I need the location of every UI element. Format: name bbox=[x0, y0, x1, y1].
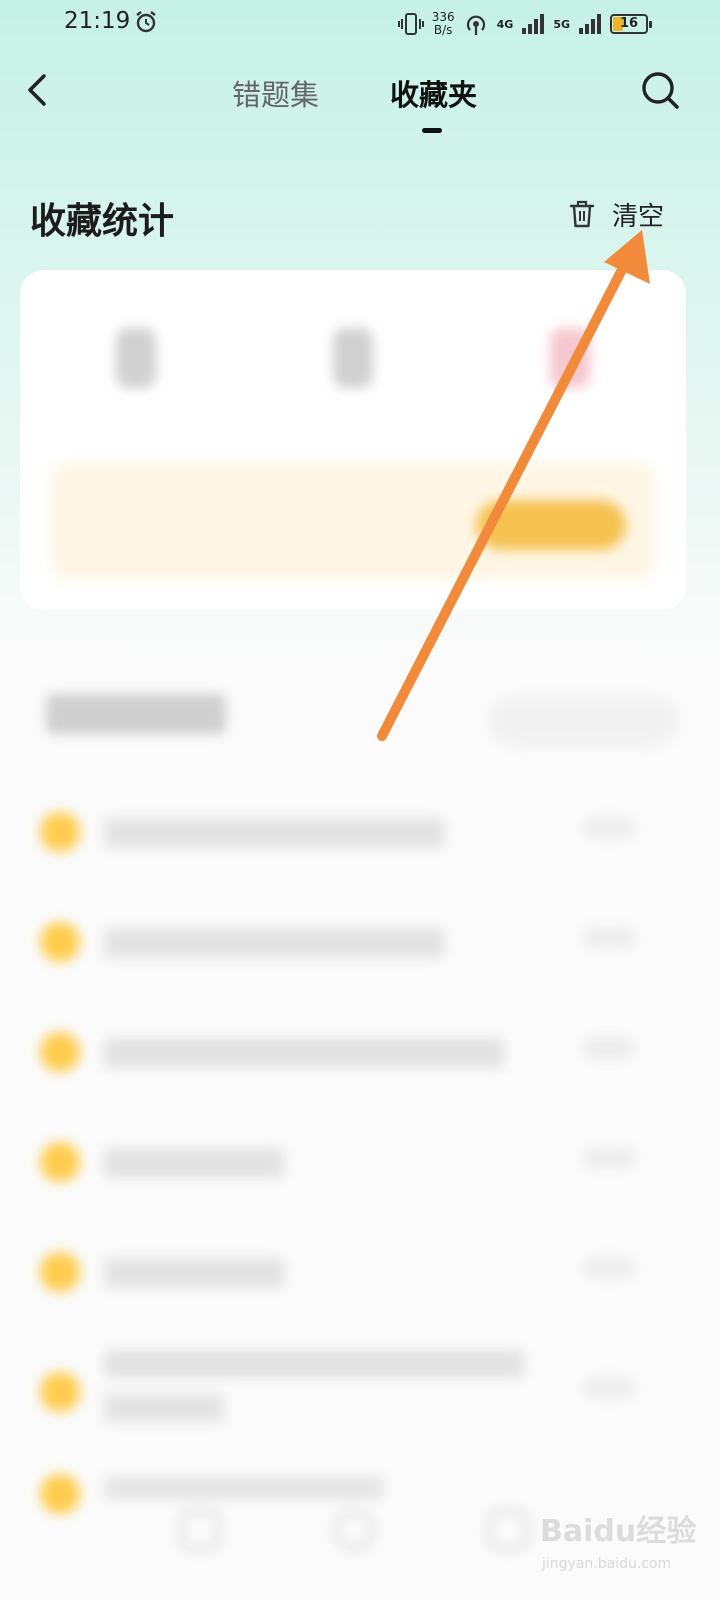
top-nav: 错题集 收藏夹 bbox=[0, 56, 720, 146]
active-tab-indicator bbox=[422, 128, 442, 133]
alarm-icon bbox=[136, 11, 156, 33]
signal-icon-2 bbox=[579, 14, 601, 34]
watermark: Baidu经验 jingyan.baidu.com bbox=[540, 1500, 710, 1590]
list-item[interactable] bbox=[0, 1222, 720, 1322]
clear-button[interactable]: 清空 bbox=[568, 194, 664, 234]
battery-level: 16 bbox=[619, 16, 639, 31]
promo-button[interactable] bbox=[476, 500, 626, 550]
bottom-nav-item[interactable] bbox=[488, 1510, 528, 1550]
list-item[interactable] bbox=[0, 892, 720, 992]
bottom-nav-item[interactable] bbox=[334, 1510, 374, 1550]
search-icon[interactable] bbox=[640, 70, 680, 110]
tab-wrong-questions[interactable]: 错题集 bbox=[232, 72, 319, 114]
sort-button[interactable] bbox=[488, 696, 678, 746]
watermark-url: jingyan.baidu.com bbox=[542, 1556, 672, 1572]
network-a-label: 4G bbox=[496, 17, 514, 31]
list-item[interactable] bbox=[0, 1332, 720, 1452]
stats-title: 收藏统计 bbox=[30, 200, 175, 242]
vibrate-icon bbox=[397, 13, 424, 35]
tab-favorites[interactable]: 收藏夹 bbox=[390, 72, 477, 114]
chevron-left-icon[interactable] bbox=[22, 72, 54, 108]
clear-label: 清空 bbox=[612, 201, 665, 232]
status-bar: 21:19 336 B/s 4G 5G 16 bbox=[0, 0, 720, 48]
list-item[interactable] bbox=[0, 1112, 720, 1212]
bottom-nav-item[interactable] bbox=[180, 1510, 220, 1550]
stat-item[interactable] bbox=[56, 328, 216, 432]
watermark-brand: Baidu经验 bbox=[540, 1514, 697, 1549]
battery-icon: 16 bbox=[610, 14, 652, 34]
hotspot-icon bbox=[466, 15, 485, 35]
network-b-label: 5G bbox=[553, 17, 570, 31]
promo-banner[interactable] bbox=[50, 462, 656, 580]
trash-icon bbox=[569, 200, 595, 228]
net-speed: 336 B/s bbox=[431, 10, 455, 37]
status-icons: 336 B/s 4G 5G 16 bbox=[397, 8, 652, 40]
signal-icon bbox=[522, 14, 545, 34]
stat-item[interactable] bbox=[490, 328, 650, 432]
list-item[interactable] bbox=[0, 782, 720, 882]
stat-item[interactable] bbox=[273, 328, 433, 432]
detail-title-placeholder bbox=[46, 694, 226, 734]
list-item[interactable] bbox=[0, 1002, 720, 1102]
stats-card bbox=[20, 270, 686, 610]
status-time: 21:19 bbox=[64, 8, 131, 34]
